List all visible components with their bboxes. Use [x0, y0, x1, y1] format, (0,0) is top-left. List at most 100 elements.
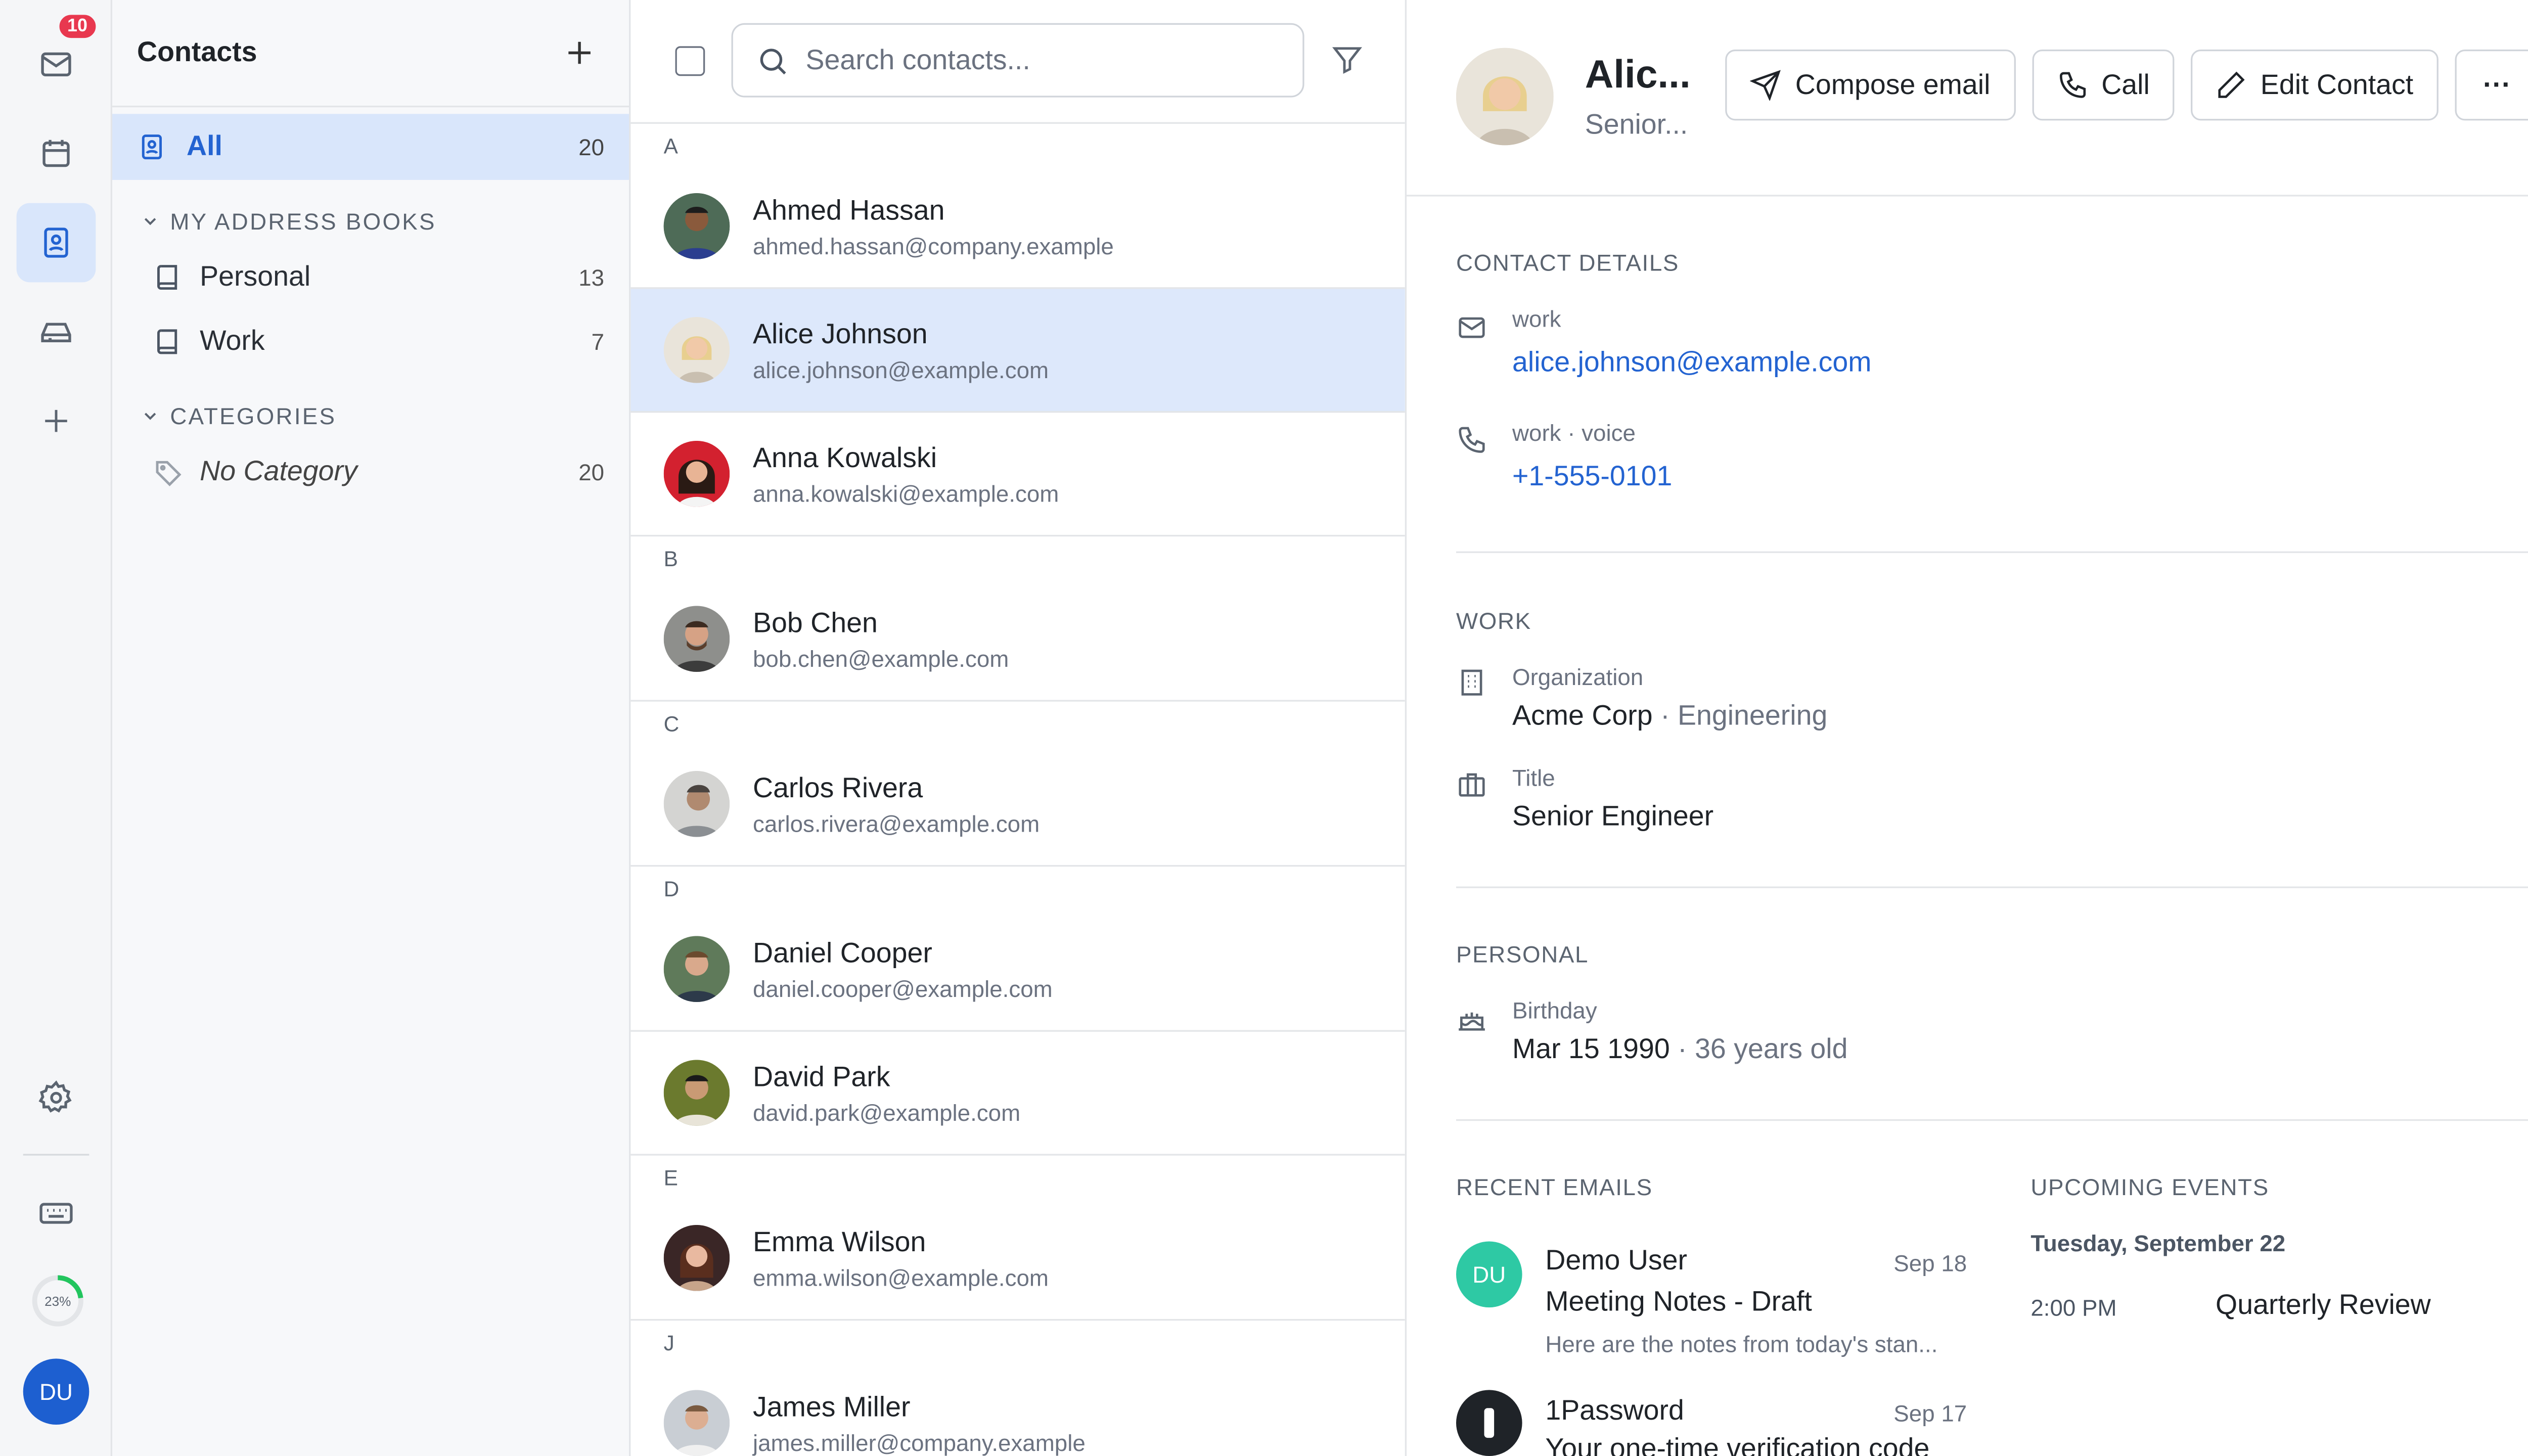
categories-section-toggle[interactable]: CATEGORIES	[141, 403, 337, 429]
category-label: No Category	[200, 456, 357, 487]
address-book-personal[interactable]: Personal 13	[112, 244, 629, 310]
contact-email: carlos.rivera@example.com	[752, 809, 1040, 836]
sender-avatar: DU	[1456, 1241, 1522, 1308]
contacts-book-icon	[137, 132, 167, 162]
email-date: Sep 18	[1893, 1249, 1967, 1277]
group-letter: B	[663, 546, 678, 571]
contact-display-name: Alic...	[1585, 53, 1691, 98]
event-time: 2:00 PM	[2030, 1294, 2117, 1321]
send-icon	[1750, 69, 1782, 101]
calendar-nav-button[interactable]	[17, 114, 96, 193]
contact-row[interactable]: Anna Kowalski anna.kowalski@example.com	[630, 413, 1405, 537]
group-letter: J	[663, 1330, 674, 1355]
contact-row-selected[interactable]: Alice Johnson alice.johnson@example.com	[630, 289, 1405, 413]
rail-divider	[23, 1154, 89, 1156]
keyboard-shortcuts-button[interactable]	[17, 1174, 96, 1253]
compose-email-button[interactable]: Compose email	[1725, 49, 2016, 121]
section-title: WORK	[1456, 607, 1531, 634]
address-book-pane: Contacts All 20 MY ADDRESS BOOKS Persona…	[112, 0, 631, 1456]
group-letter: E	[663, 1165, 678, 1191]
contact-email: david.park@example.com	[752, 1099, 1021, 1125]
contact-row[interactable]: James Miller james.miller@company.exampl…	[630, 1362, 1405, 1456]
user-avatar[interactable]: DU	[23, 1358, 89, 1425]
contact-avatar	[663, 1060, 730, 1126]
contact-avatar	[663, 316, 730, 383]
pane-title: Contacts	[137, 36, 257, 68]
contact-name: James Miller	[752, 1391, 911, 1423]
mail-nav-button[interactable]: 10	[17, 11, 99, 104]
contact-avatar	[663, 770, 730, 837]
contact-text: Daniel Cooper daniel.cooper@example.com	[753, 937, 1053, 1001]
contact-row[interactable]: Bob Chen bob.chen@example.com	[630, 578, 1405, 702]
contact-text: James Miller james.miller@company.exampl…	[753, 1391, 1086, 1455]
contacts-nav-button[interactable]	[16, 203, 96, 283]
contacts-app: 10 23% DU Contacts All 20 MY ADDRESS BOO…	[0, 0, 2528, 1456]
contact-email: james.miller@company.example	[752, 1429, 1086, 1455]
phone-type-label: work · voice	[1512, 419, 1636, 446]
onepassword-logo-icon	[1456, 1390, 1522, 1456]
folders-header: Contacts	[112, 0, 629, 108]
contact-name: Carlos Rivera	[752, 771, 923, 803]
title-value: Senior Engineer	[1512, 800, 1714, 832]
settings-button[interactable]	[17, 1058, 96, 1138]
group-letter: A	[663, 133, 678, 159]
storage-quota-indicator[interactable]: 23%	[30, 1273, 86, 1329]
contact-row[interactable]: Carlos Rivera carlos.rivera@example.com	[630, 743, 1405, 867]
section-header: MY ADDRESS BOOKS	[170, 208, 436, 235]
organization-label: Organization	[1512, 663, 1644, 690]
email-sender: Demo User	[1545, 1245, 1688, 1277]
more-actions-button[interactable]: ···	[2455, 49, 2528, 121]
email-date: Sep 17	[1893, 1399, 1967, 1427]
contact-row[interactable]: Ahmed Hassan ahmed.hassan@company.exampl…	[630, 165, 1405, 289]
address-book-count: 20	[578, 133, 605, 160]
calendar-icon	[38, 135, 74, 172]
contact-list-pane: A Ahmed Hassan ahmed.hassan@company.exam…	[630, 0, 1407, 1456]
call-button[interactable]: Call	[2032, 49, 2175, 121]
edit-contact-button[interactable]: Edit Contact	[2191, 49, 2439, 121]
contact-avatar	[663, 1390, 730, 1456]
contact-email: ahmed.hassan@company.example	[752, 232, 1114, 259]
drive-nav-button[interactable]	[17, 292, 96, 372]
filter-button[interactable]	[1331, 43, 1364, 76]
phone-icon	[1456, 424, 1487, 456]
address-book-label: Personal	[200, 260, 311, 292]
phone-link[interactable]: +1-555-0101	[1512, 461, 1672, 493]
contact-name: Emma Wilson	[752, 1225, 926, 1257]
building-icon	[1456, 667, 1487, 698]
contact-text: Emma Wilson emma.wilson@example.com	[753, 1225, 1049, 1290]
contact-photo	[1456, 48, 1554, 146]
book-icon	[154, 262, 184, 292]
filter-icon	[1331, 43, 1364, 76]
organization-value: Acme Corp · Engineering	[1512, 700, 1827, 733]
contact-text: Carlos Rivera carlos.rivera@example.com	[753, 772, 1040, 836]
more-icon: ···	[2483, 68, 2511, 100]
contact-row[interactable]: David Park david.park@example.com	[630, 1032, 1405, 1156]
address-book-work[interactable]: Work 7	[112, 309, 629, 375]
email-type-label: work	[1512, 305, 1561, 332]
contact-email: emma.wilson@example.com	[752, 1263, 1049, 1290]
contact-email: daniel.cooper@example.com	[752, 975, 1053, 1002]
address-books-section-toggle[interactable]: MY ADDRESS BOOKS	[141, 208, 436, 235]
section-title: UPCOMING EVENTS	[2030, 1173, 2269, 1200]
add-app-button[interactable]	[17, 381, 96, 461]
birthday-age: · 36 years old	[1678, 1033, 1848, 1065]
mail-icon	[1456, 312, 1487, 343]
chevron-down-icon	[141, 406, 160, 426]
contact-name: Alice Johnson	[752, 317, 928, 349]
email-link[interactable]: alice.johnson@example.com	[1512, 347, 1872, 380]
book-icon	[154, 327, 184, 357]
search-box	[731, 23, 1304, 98]
contact-row[interactable]: Emma Wilson emma.wilson@example.com	[630, 1197, 1405, 1321]
app-rail: 10 23% DU	[0, 0, 113, 1456]
category-no-category[interactable]: No Category 20	[112, 439, 629, 506]
button-label: Edit Contact	[2260, 68, 2414, 100]
group-letter: C	[663, 711, 680, 737]
add-contact-button[interactable]	[563, 36, 596, 69]
address-book-all[interactable]: All 20	[112, 114, 629, 180]
contact-row[interactable]: Daniel Cooper daniel.cooper@example.com	[630, 908, 1405, 1032]
email-sender: 1Password	[1545, 1395, 1684, 1427]
drive-icon	[38, 313, 74, 350]
contact-name: David Park	[752, 1060, 890, 1092]
select-all-checkbox[interactable]	[675, 46, 705, 76]
search-input[interactable]	[805, 43, 1268, 77]
